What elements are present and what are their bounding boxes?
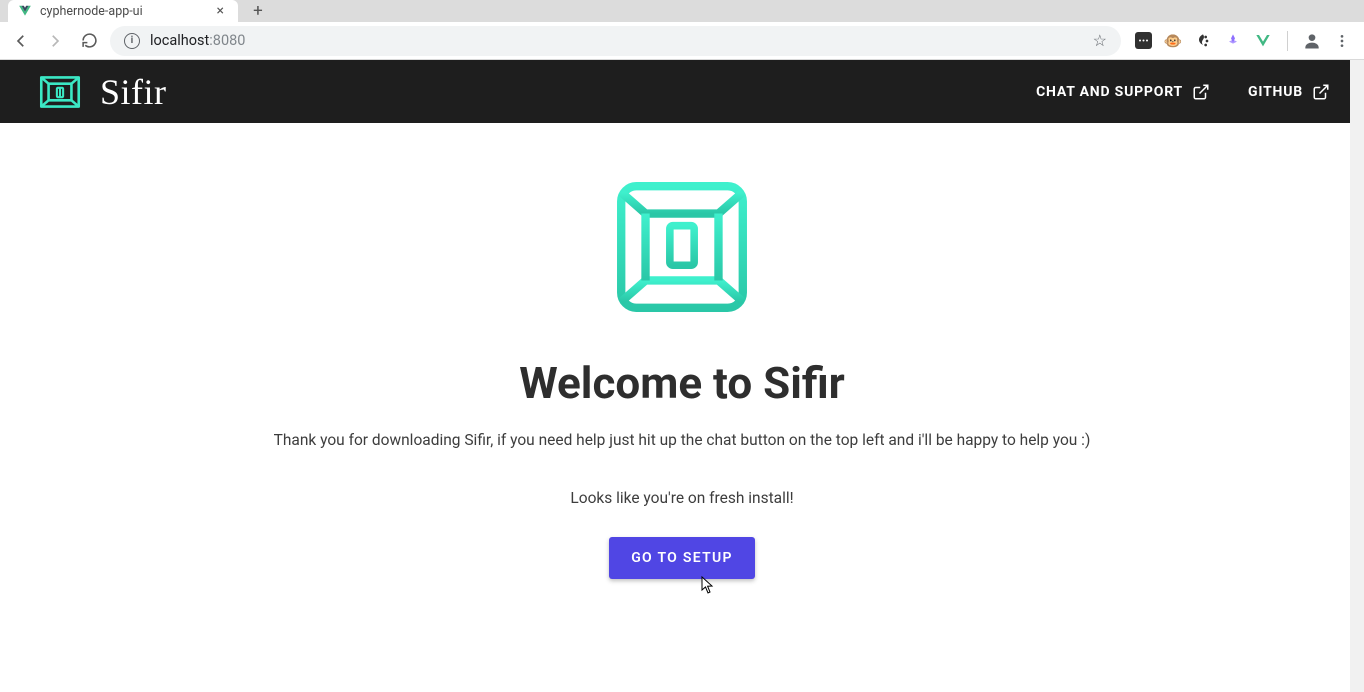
page-content: Sifir CHAT AND SUPPORT GITHUB: [0, 60, 1364, 692]
browser-tab-strip: cyphernode-app-ui × +: [0, 0, 1364, 22]
new-tab-button[interactable]: +: [244, 0, 272, 22]
hero-section: Welcome to Sifir Thank you for downloadi…: [0, 123, 1364, 579]
extension-icon[interactable]: [1193, 31, 1213, 51]
go-to-setup-button[interactable]: GO TO SETUP: [609, 537, 755, 579]
browser-tab[interactable]: cyphernode-app-ui ×: [8, 0, 238, 22]
browser-toolbar: i localhost:8080 ☆ 🐵: [0, 22, 1364, 60]
install-status: Looks like you're on fresh install!: [570, 489, 793, 507]
external-link-icon: [1192, 83, 1210, 101]
extensions-row: 🐵: [1129, 31, 1356, 51]
tab-close-icon[interactable]: ×: [217, 3, 224, 19]
nav-link-label: GITHUB: [1248, 84, 1303, 100]
reload-button[interactable]: [76, 28, 102, 54]
chrome-menu-icon[interactable]: [1332, 31, 1352, 51]
vue-favicon: [18, 4, 32, 18]
app-header: Sifir CHAT AND SUPPORT GITHUB: [0, 60, 1364, 123]
address-bar[interactable]: i localhost:8080 ☆: [110, 26, 1121, 56]
sifir-logo-icon: [34, 66, 86, 118]
welcome-subtitle: Thank you for downloading Sifir, if you …: [274, 431, 1091, 449]
url-host: localhost: [150, 32, 209, 49]
extension-icon[interactable]: [1133, 31, 1153, 51]
brand-name: Sifir: [100, 71, 167, 113]
welcome-title: Welcome to Sifir: [519, 357, 845, 409]
chat-support-link[interactable]: CHAT AND SUPPORT: [1036, 83, 1210, 101]
nav-link-label: CHAT AND SUPPORT: [1036, 84, 1183, 100]
forward-button[interactable]: [42, 28, 68, 54]
brand[interactable]: Sifir: [34, 66, 167, 118]
site-info-icon[interactable]: i: [124, 33, 140, 49]
profile-avatar-icon[interactable]: [1302, 31, 1322, 51]
tab-title: cyphernode-app-ui: [40, 4, 143, 19]
bookmark-star-icon[interactable]: ☆: [1093, 31, 1107, 50]
extension-icon[interactable]: [1223, 31, 1243, 51]
scrollbar[interactable]: [1350, 60, 1364, 692]
external-link-icon: [1312, 83, 1330, 101]
sifir-hero-logo-icon: [605, 171, 759, 323]
extension-icon[interactable]: 🐵: [1163, 31, 1183, 51]
back-button[interactable]: [8, 28, 34, 54]
header-nav: CHAT AND SUPPORT GITHUB: [1036, 83, 1330, 101]
toolbar-divider: [1287, 31, 1288, 51]
extension-icon[interactable]: [1253, 31, 1273, 51]
url-port: :8080: [209, 32, 245, 49]
github-link[interactable]: GITHUB: [1248, 83, 1330, 101]
